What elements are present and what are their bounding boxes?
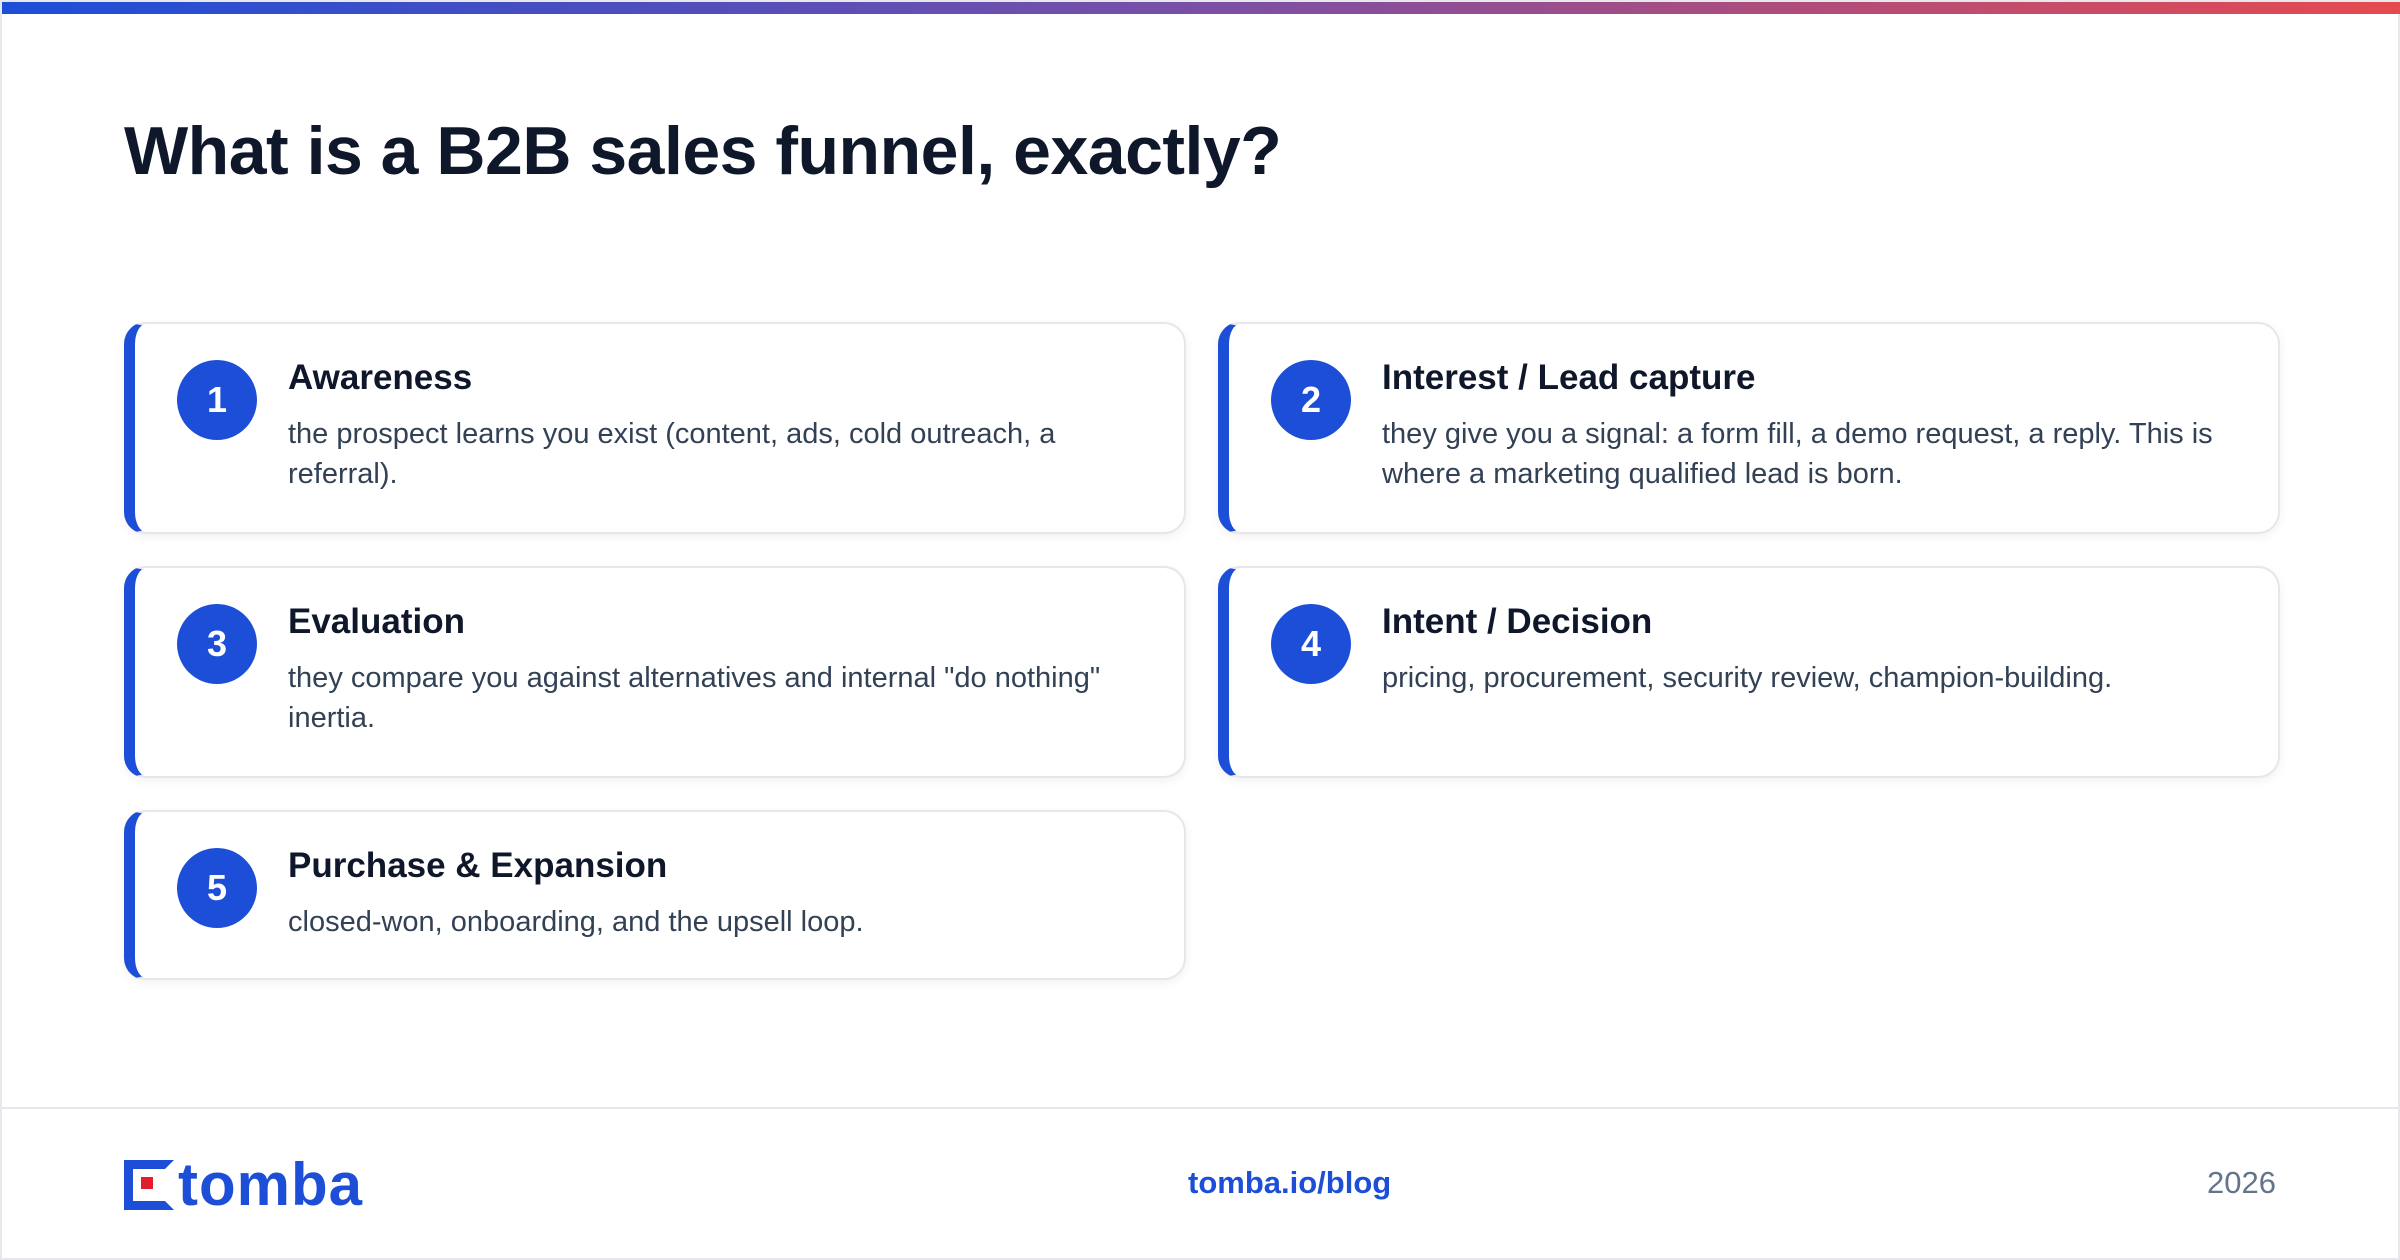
stage-description: pricing, procurement, security review, c… [1382,662,2113,694]
stage-number-badge: 3 [177,604,257,684]
funnel-stage-card-3: 3 Evaluation they compare you against al… [124,566,1186,778]
funnel-stage-card-1: 1 Awareness the prospect learns you exis… [124,322,1186,534]
stage-number-badge: 4 [1271,604,1351,684]
stage-title: Awareness [288,358,473,397]
tomba-logo-icon [124,1160,174,1210]
stage-title: Evaluation [288,602,465,641]
blog-link[interactable]: tomba.io/blog [1188,1165,1391,1201]
footer-year: 2026 [2207,1165,2276,1200]
stage-title: Interest / Lead capture [1382,358,1756,397]
funnel-stage-card-4: 4 Intent / Decision pricing, procurement… [1218,566,2280,778]
stage-title: Purchase & Expansion [288,846,668,885]
tomba-logo[interactable]: tomba [124,1151,363,1218]
stage-description: the prospect learns you exist (content, … [288,418,1056,490]
stage-number-badge: 1 [177,360,257,440]
stage-description: they compare you against alternatives an… [288,662,1101,734]
stage-number-badge: 2 [1271,360,1351,440]
funnel-stage-card-5: 5 Purchase & Expansion closed-won, onboa… [124,810,1186,980]
page-title: What is a B2B sales funnel, exactly? [124,113,1282,189]
stage-number-badge: 5 [177,848,257,928]
slide-frame: What is a B2B sales funnel, exactly? 1 A… [0,0,2400,1260]
logo-wordmark: tomba [178,1151,363,1218]
stage-description: closed-won, onboarding, and the upsell l… [288,906,864,938]
footer-divider [2,1107,2400,1109]
stage-description: they give you a signal: a form fill, a d… [1382,418,2213,490]
funnel-stage-card-2: 2 Interest / Lead capture they give you … [1218,322,2280,534]
stage-title: Intent / Decision [1382,602,1653,641]
top-gradient-bar [2,2,2400,14]
logo-dot [141,1177,153,1189]
